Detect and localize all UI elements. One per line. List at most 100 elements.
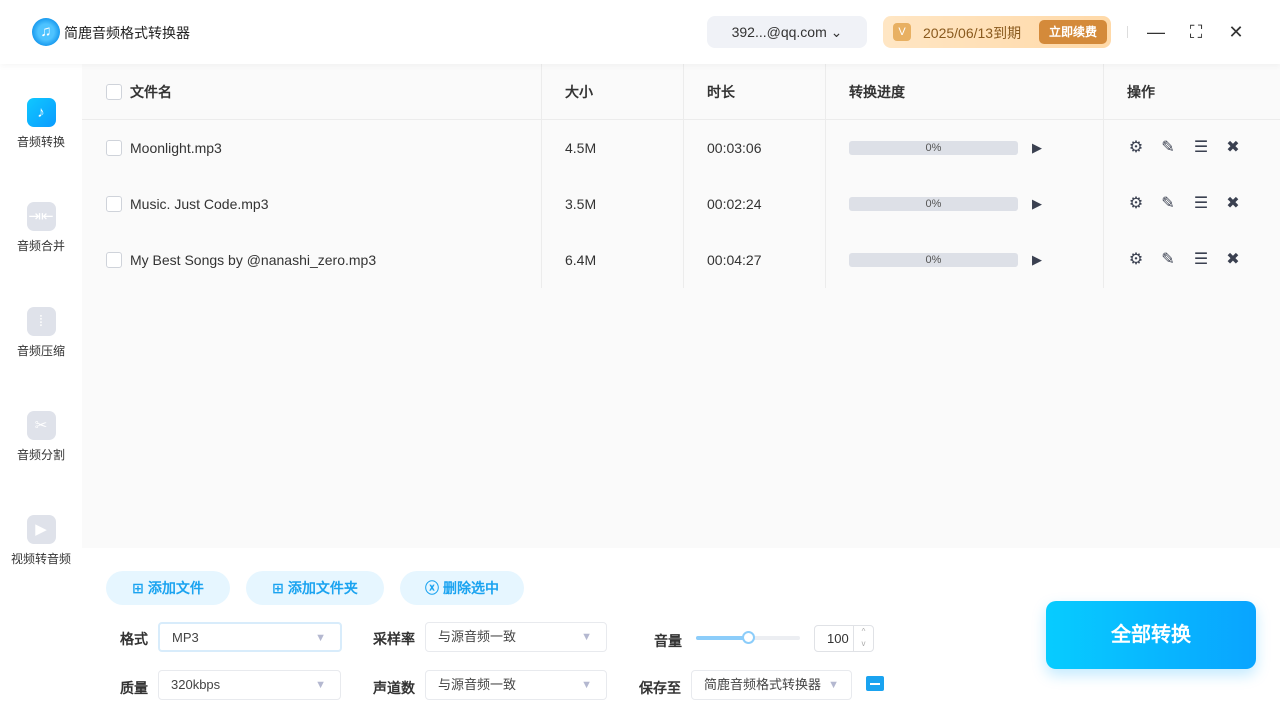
music-note-icon: ♪ <box>26 98 56 127</box>
sample-rate-label: 采样率 <box>373 631 415 647</box>
save-to-value: 简鹿音频格式转换器 <box>704 677 822 692</box>
gear-icon[interactable]: ⚙ <box>1126 138 1146 158</box>
row-checkbox[interactable] <box>106 252 122 268</box>
quality-select[interactable]: 320kbps ▼ <box>158 670 341 700</box>
remove-icon[interactable]: ✖ <box>1223 194 1243 214</box>
sidebar-item-label: 音频合并 <box>16 239 65 253</box>
gear-icon[interactable]: ⚙ <box>1126 194 1146 214</box>
file-duration: 00:02:24 <box>707 196 762 212</box>
sidebar-item-audio-merge[interactable]: ⇥⇤ 音频合并 <box>0 202 82 254</box>
volume-label: 音量 <box>654 633 682 649</box>
vip-gem-icon: V <box>893 23 911 41</box>
volume-stepper[interactable]: 100 ^ v <box>814 625 874 652</box>
chevron-down-icon: ⌄ <box>830 24 843 40</box>
column-header-size: 大小 <box>565 84 593 100</box>
add-file-icon: ⊞ <box>132 580 144 596</box>
dropdown-arrow-icon: ▼ <box>315 679 326 691</box>
add-folder-label: 添加文件夹 <box>287 580 358 596</box>
settings-panel: ⊞ 添加文件 ⊞ 添加文件夹 ⓧ 删除选中 格式 MP3 ▼ 质量 320kbps ▼ 采… <box>82 548 1280 720</box>
file-duration: 00:03:06 <box>707 140 762 156</box>
remove-icon[interactable]: ✖ <box>1223 138 1243 158</box>
sample-rate-select[interactable]: 与源音频一致 ▼ <box>425 622 607 652</box>
file-duration: 00:04:27 <box>707 252 762 268</box>
progress-bar: 0% <box>849 141 1018 155</box>
sidebar-item-audio-convert[interactable]: ♪ 音频转换 <box>0 98 82 150</box>
progress-label: 0% <box>925 254 942 266</box>
format-select[interactable]: MP3 ▼ <box>158 622 342 652</box>
column-header-name: 文件名 <box>130 84 172 100</box>
close-icon[interactable]: ✕ <box>1224 20 1248 44</box>
volume-slider-handle[interactable] <box>742 631 755 644</box>
folder-icon[interactable] <box>866 676 884 691</box>
progress-bar: 0% <box>849 253 1018 267</box>
table-row: Music. Just Code.mp3 3.5M 00:02:24 0% ▶ … <box>82 176 1280 232</box>
format-value: MP3 <box>172 630 199 645</box>
volume-slider[interactable] <box>696 631 800 644</box>
column-header-progress: 转换进度 <box>849 84 905 100</box>
volume-slider-fill <box>696 636 748 640</box>
title-bar: ♫ 简鹿音频格式转换器 392...@qq.com ⌄ V 2025/06/13… <box>0 0 1280 64</box>
sidebar-item-label: 音频分割 <box>16 448 65 462</box>
convert-all-button[interactable]: 全部转换 <box>1046 601 1256 669</box>
sidebar: ♪ 音频转换 ⇥⇤ 音频合并 ⁞ 音频压缩 ✂ 音频分割 ▶ 视频转音频 <box>0 64 82 720</box>
table-row: My Best Songs by @nanashi_zero.mp3 6.4M … <box>82 232 1280 288</box>
add-file-button[interactable]: ⊞ 添加文件 <box>106 571 230 605</box>
vip-banner: V 2025/06/13到期 立即续费 <box>883 16 1111 48</box>
progress-label: 0% <box>925 198 942 210</box>
sidebar-item-audio-compress[interactable]: ⁞ 音频压缩 <box>0 307 82 359</box>
sidebar-item-audio-split[interactable]: ✂ 音频分割 <box>0 411 82 463</box>
select-all-checkbox[interactable] <box>106 84 122 100</box>
minimize-icon[interactable]: — <box>1144 20 1168 44</box>
sidebar-item-label: 音频压缩 <box>16 344 65 358</box>
edit-icon[interactable]: ✎ <box>1158 138 1178 158</box>
remove-icon[interactable]: ✖ <box>1223 250 1243 270</box>
add-folder-icon: ⊞ <box>272 580 284 596</box>
sidebar-item-video-to-audio[interactable]: ▶ 视频转音频 <box>0 515 82 567</box>
scissors-icon: ✂ <box>26 411 56 440</box>
play-icon[interactable]: ▶ <box>1032 250 1042 270</box>
delete-selected-label: 删除选中 <box>443 580 499 596</box>
menu-icon[interactable]: ☰ <box>1191 138 1211 158</box>
sidebar-item-label: 音频转换 <box>16 135 65 149</box>
app-logo-icon: ♫ <box>32 18 60 46</box>
maximize-icon[interactable]: ⛶ <box>1184 20 1208 44</box>
play-icon[interactable]: ▶ <box>1032 194 1042 214</box>
quality-value: 320kbps <box>171 677 221 692</box>
add-folder-button[interactable]: ⊞ 添加文件夹 <box>246 571 384 605</box>
play-icon[interactable]: ▶ <box>1032 138 1042 158</box>
channels-value: 与源音频一致 <box>438 677 517 692</box>
column-header-duration: 时长 <box>707 84 735 100</box>
stepper-arrows-icon[interactable]: ^ v <box>853 626 873 651</box>
quality-label: 质量 <box>120 680 148 696</box>
menu-icon[interactable]: ☰ <box>1191 250 1211 270</box>
row-checkbox[interactable] <box>106 140 122 156</box>
menu-icon[interactable]: ☰ <box>1191 194 1211 214</box>
video-camera-icon: ▶ <box>26 515 56 544</box>
edit-icon[interactable]: ✎ <box>1158 194 1178 214</box>
channels-select[interactable]: 与源音频一致 ▼ <box>425 670 607 700</box>
vip-expiry: 2025/06/13到期 <box>923 25 1022 41</box>
row-checkbox[interactable] <box>106 196 122 212</box>
circle-x-icon: ⓧ <box>425 580 439 596</box>
save-to-select[interactable]: 简鹿音频格式转换器 ▼ <box>691 670 852 700</box>
progress-label: 0% <box>925 142 942 154</box>
dropdown-arrow-icon: ▼ <box>828 679 839 691</box>
format-label: 格式 <box>120 631 148 647</box>
dropdown-arrow-icon: ▼ <box>581 631 592 643</box>
sample-rate-value: 与源音频一致 <box>438 629 517 644</box>
file-size: 4.5M <box>565 140 597 156</box>
account-dropdown[interactable]: 392...@qq.com ⌄ <box>707 16 867 48</box>
gear-icon[interactable]: ⚙ <box>1126 250 1146 270</box>
column-header-actions: 操作 <box>1127 84 1155 100</box>
merge-icon: ⇥⇤ <box>26 202 56 231</box>
edit-icon[interactable]: ✎ <box>1158 250 1178 270</box>
renew-button[interactable]: 立即续费 <box>1039 20 1107 44</box>
file-size: 3.5M <box>565 196 597 212</box>
file-name: My Best Songs by @nanashi_zero.mp3 <box>130 252 377 268</box>
account-email: 392...@qq.com <box>731 24 827 40</box>
app-title: 简鹿音频格式转换器 <box>64 25 190 41</box>
delete-selected-button[interactable]: ⓧ 删除选中 <box>400 571 524 605</box>
table-header: 文件名 大小 时长 转换进度 操作 <box>82 64 1280 120</box>
compress-file-icon: ⁞ <box>26 307 56 336</box>
volume-value: 100 <box>827 631 849 646</box>
